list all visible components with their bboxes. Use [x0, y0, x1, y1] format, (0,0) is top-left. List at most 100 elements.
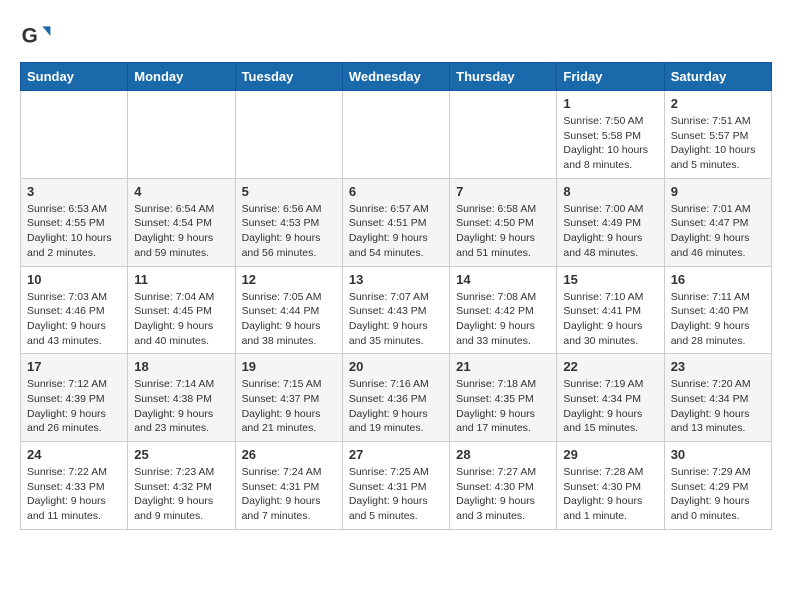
day-info: Sunrise: 7:08 AM Sunset: 4:42 PM Dayligh… [456, 290, 550, 349]
calendar-cell: 19 Sunrise: 7:15 AM Sunset: 4:37 PM Dayli… [235, 354, 342, 442]
weekday-header: Wednesday [342, 63, 449, 91]
day-number: 7 [456, 184, 550, 199]
calendar-cell: 21Sunrise: 7:18 AM Sunset: 4:35 PM Dayli… [450, 354, 557, 442]
day-info: Sunrise: 7:51 AM Sunset: 5:57 PM Dayligh… [671, 114, 765, 173]
calendar-cell: 15 Sunrise: 7:10 AM Sunset: 4:41 PM Dayli… [557, 266, 664, 354]
day-info: Sunrise: 7:00 AM Sunset: 4:49 PM Dayligh… [563, 202, 657, 261]
day-number: 15 [563, 272, 657, 287]
day-number: 20 [349, 359, 443, 374]
calendar-cell: 2 Sunrise: 7:51 AM Sunset: 5:57 PM Daylig… [664, 91, 771, 179]
day-number: 17 [27, 359, 121, 374]
day-info: Sunrise: 7:19 AM Sunset: 4:34 PM Dayligh… [563, 377, 657, 436]
day-number: 30 [671, 447, 765, 462]
day-number: 8 [563, 184, 657, 199]
calendar-week-row: 17 Sunrise: 7:12 AM Sunset: 4:39 PM Dayli… [21, 354, 772, 442]
day-number: 9 [671, 184, 765, 199]
calendar-cell: 25 Sunrise: 7:23 AM Sunset: 4:32 PM Dayli… [128, 442, 235, 530]
calendar-cell: 14 Sunrise: 7:08 AM Sunset: 4:42 PM Dayli… [450, 266, 557, 354]
day-info: Sunrise: 7:25 AM Sunset: 4:31 PM Dayligh… [349, 465, 443, 524]
day-info: Sunrise: 7:29 AM Sunset: 4:29 PM Dayligh… [671, 465, 765, 524]
calendar-cell: 11Sunrise: 7:04 AM Sunset: 4:45 PM Dayli… [128, 266, 235, 354]
weekday-header: Monday [128, 63, 235, 91]
calendar-cell [128, 91, 235, 179]
day-info: Sunrise: 7:24 AM Sunset: 4:31 PM Dayligh… [242, 465, 336, 524]
calendar-cell: 26 Sunrise: 7:24 AM Sunset: 4:31 PM Dayli… [235, 442, 342, 530]
weekday-header: Friday [557, 63, 664, 91]
day-number: 11 [134, 272, 228, 287]
weekday-header: Tuesday [235, 63, 342, 91]
day-info: Sunrise: 7:07 AM Sunset: 4:43 PM Dayligh… [349, 290, 443, 349]
calendar-week-row: 10 Sunrise: 7:03 AM Sunset: 4:46 PM Dayli… [21, 266, 772, 354]
calendar-cell: 17 Sunrise: 7:12 AM Sunset: 4:39 PM Dayli… [21, 354, 128, 442]
day-number: 3 [27, 184, 121, 199]
calendar-cell: 1 Sunrise: 7:50 AM Sunset: 5:58 PM Daylig… [557, 91, 664, 179]
day-number: 5 [242, 184, 336, 199]
day-number: 25 [134, 447, 228, 462]
svg-text:G: G [22, 24, 38, 47]
day-number: 14 [456, 272, 550, 287]
day-info: Sunrise: 7:01 AM Sunset: 4:47 PM Dayligh… [671, 202, 765, 261]
calendar-week-row: 1 Sunrise: 7:50 AM Sunset: 5:58 PM Daylig… [21, 91, 772, 179]
day-info: Sunrise: 7:03 AM Sunset: 4:46 PM Dayligh… [27, 290, 121, 349]
day-info: Sunrise: 6:57 AM Sunset: 4:51 PM Dayligh… [349, 202, 443, 261]
day-info: Sunrise: 7:10 AM Sunset: 4:41 PM Dayligh… [563, 290, 657, 349]
day-number: 27 [349, 447, 443, 462]
calendar-cell: 7Sunrise: 6:58 AM Sunset: 4:50 PM Daylig… [450, 178, 557, 266]
day-number: 10 [27, 272, 121, 287]
calendar-header-row: SundayMondayTuesdayWednesdayThursdayFrid… [21, 63, 772, 91]
day-info: Sunrise: 7:05 AM Sunset: 4:44 PM Dayligh… [242, 290, 336, 349]
day-number: 16 [671, 272, 765, 287]
day-number: 12 [242, 272, 336, 287]
day-info: Sunrise: 6:56 AM Sunset: 4:53 PM Dayligh… [242, 202, 336, 261]
weekday-header: Saturday [664, 63, 771, 91]
day-info: Sunrise: 6:54 AM Sunset: 4:54 PM Dayligh… [134, 202, 228, 261]
day-number: 1 [563, 96, 657, 111]
calendar-cell [342, 91, 449, 179]
day-number: 24 [27, 447, 121, 462]
day-info: Sunrise: 7:15 AM Sunset: 4:37 PM Dayligh… [242, 377, 336, 436]
calendar-cell: 4 Sunrise: 6:54 AM Sunset: 4:54 PM Daylig… [128, 178, 235, 266]
calendar-cell [21, 91, 128, 179]
calendar-cell: 13 Sunrise: 7:07 AM Sunset: 4:43 PM Dayli… [342, 266, 449, 354]
day-number: 2 [671, 96, 765, 111]
day-info: Sunrise: 7:14 AM Sunset: 4:38 PM Dayligh… [134, 377, 228, 436]
day-number: 13 [349, 272, 443, 287]
day-info: Sunrise: 7:12 AM Sunset: 4:39 PM Dayligh… [27, 377, 121, 436]
day-number: 4 [134, 184, 228, 199]
calendar-cell: 8 Sunrise: 7:00 AM Sunset: 4:49 PM Daylig… [557, 178, 664, 266]
calendar-cell: 29 Sunrise: 7:28 AM Sunset: 4:30 PM Dayli… [557, 442, 664, 530]
day-number: 28 [456, 447, 550, 462]
weekday-header: Thursday [450, 63, 557, 91]
page-header: G [20, 16, 772, 52]
calendar-cell: 12 Sunrise: 7:05 AM Sunset: 4:44 PM Dayli… [235, 266, 342, 354]
calendar-cell: 24 Sunrise: 7:22 AM Sunset: 4:33 PM Dayli… [21, 442, 128, 530]
day-info: Sunrise: 7:22 AM Sunset: 4:33 PM Dayligh… [27, 465, 121, 524]
day-info: Sunrise: 7:18 AM Sunset: 4:35 PM Dayligh… [456, 377, 550, 436]
day-number: 6 [349, 184, 443, 199]
day-number: 22 [563, 359, 657, 374]
calendar-cell: 30 Sunrise: 7:29 AM Sunset: 4:29 PM Dayli… [664, 442, 771, 530]
calendar-cell: 27 Sunrise: 7:25 AM Sunset: 4:31 PM Dayli… [342, 442, 449, 530]
calendar: SundayMondayTuesdayWednesdayThursdayFrid… [20, 62, 772, 530]
weekday-header: Sunday [21, 63, 128, 91]
calendar-cell: 10 Sunrise: 7:03 AM Sunset: 4:46 PM Dayli… [21, 266, 128, 354]
logo-icon: G [20, 20, 52, 52]
calendar-cell: 22 Sunrise: 7:19 AM Sunset: 4:34 PM Dayli… [557, 354, 664, 442]
day-number: 23 [671, 359, 765, 374]
day-number: 29 [563, 447, 657, 462]
logo: G [20, 20, 56, 52]
calendar-cell: 9 Sunrise: 7:01 AM Sunset: 4:47 PM Daylig… [664, 178, 771, 266]
day-info: Sunrise: 6:53 AM Sunset: 4:55 PM Dayligh… [27, 202, 121, 261]
calendar-cell: 16Sunrise: 7:11 AM Sunset: 4:40 PM Dayli… [664, 266, 771, 354]
day-info: Sunrise: 7:50 AM Sunset: 5:58 PM Dayligh… [563, 114, 657, 173]
calendar-cell: 18 Sunrise: 7:14 AM Sunset: 4:38 PM Dayli… [128, 354, 235, 442]
day-info: Sunrise: 7:28 AM Sunset: 4:30 PM Dayligh… [563, 465, 657, 524]
calendar-cell [235, 91, 342, 179]
day-number: 26 [242, 447, 336, 462]
calendar-cell: 20 Sunrise: 7:16 AM Sunset: 4:36 PM Dayli… [342, 354, 449, 442]
calendar-week-row: 3 Sunrise: 6:53 AM Sunset: 4:55 PM Daylig… [21, 178, 772, 266]
day-number: 19 [242, 359, 336, 374]
day-info: Sunrise: 7:16 AM Sunset: 4:36 PM Dayligh… [349, 377, 443, 436]
day-number: 18 [134, 359, 228, 374]
day-info: Sunrise: 7:23 AM Sunset: 4:32 PM Dayligh… [134, 465, 228, 524]
